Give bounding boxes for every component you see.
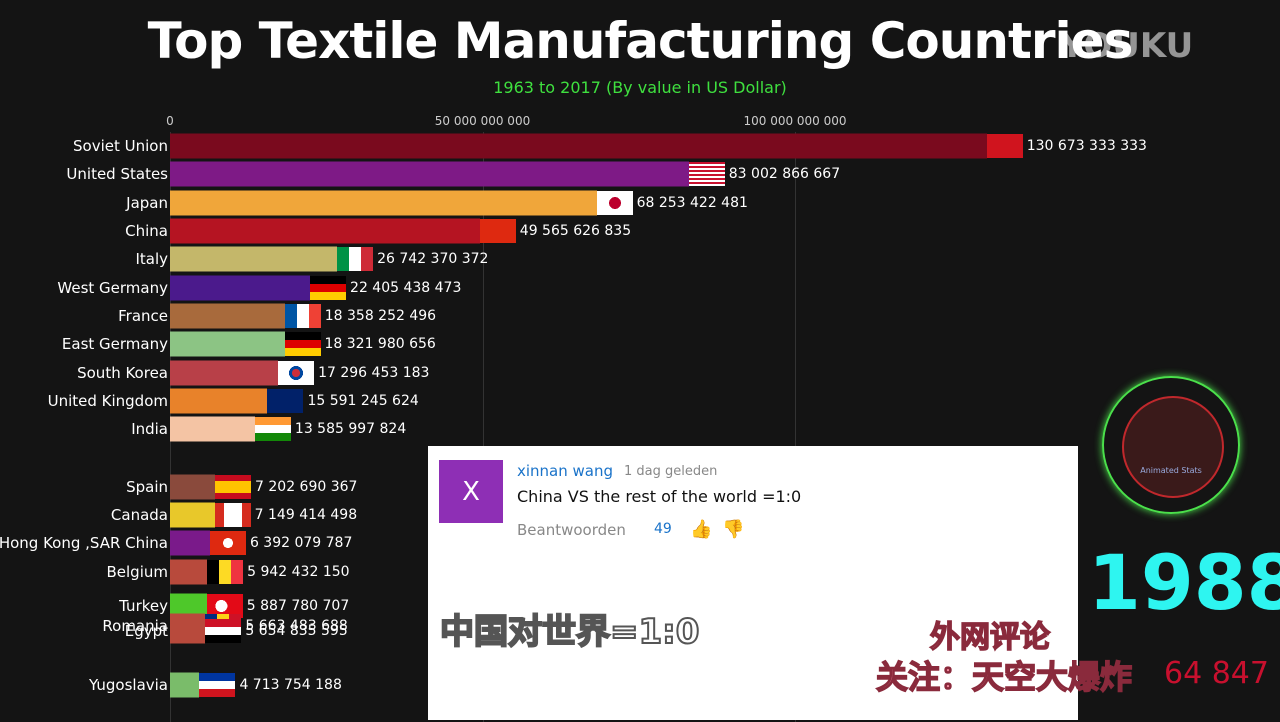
us-flag-icon [688,162,725,186]
country-label: Yugoslavia [88,676,168,694]
value-label: 22 405 438 473 [350,280,462,296]
avatar: X [439,460,503,523]
bar [170,530,210,556]
egypt-flag-icon [205,619,242,643]
france-flag-icon [284,304,321,328]
south-korea-flag-icon [278,361,315,385]
country-label: East Germany [61,335,168,353]
bar [170,388,268,414]
uk-flag-icon [267,389,304,413]
value-label: 18 358 252 496 [324,308,437,324]
bar [170,161,689,187]
caption-main: 中国对世界=1:0 [439,611,700,653]
belgium-flag-icon [207,560,244,584]
country-label: China [125,222,168,240]
country-label: Italy [135,250,168,268]
bar [170,474,216,500]
value-label: 6 392 079 787 [249,535,353,551]
bar [170,133,987,159]
hong-kong-flag-icon [209,531,246,555]
country-label: United Kingdom [47,392,168,410]
x-tick-label: 100 000 000 000 [743,114,847,128]
country-label: West Germany [57,279,168,297]
country-label: South Korea [77,364,168,382]
youku-watermark: YOUKU [1060,26,1194,66]
country-label: Spain [126,478,168,496]
comment-time: 1 dag geleden [624,464,718,479]
bar [170,618,206,644]
total-value-partial: 64 847 [1164,656,1269,691]
country-label: France [118,307,168,325]
caption-tag: 外网评论 [929,619,1051,656]
germany-flag-icon [310,276,347,300]
country-label: Egypt [124,622,168,640]
logo-inner-circle [1122,396,1224,498]
bar [170,246,338,272]
italy-flag-icon [337,247,374,271]
east-germany-flag-icon [284,332,321,356]
bar [170,502,215,528]
india-flag-icon [254,417,291,441]
country-label: India [131,420,168,438]
value-label: 26 742 370 372 [377,251,489,267]
reply-button[interactable]: Beantwoorden [517,521,626,539]
country-label: Turkey [119,597,168,615]
value-label: 7 149 414 498 [254,507,358,523]
like-count: 49 [654,521,672,537]
country-label: Japan [126,193,168,212]
value-label: 18 321 980 656 [324,336,436,352]
caption-follow: 关注：天空大爆炸 [875,657,1133,697]
chart-subtitle: 1963 to 2017 (By value in US Dollar) [493,78,787,97]
x-tick-label: 50 000 000 000 [434,114,531,128]
bar [170,303,285,329]
value-label: 49 565 626 835 [519,223,632,239]
country-label: United States [66,165,168,183]
value-label: 5 942 432 150 [247,564,350,580]
value-label: 5 654 835 595 [245,623,348,639]
country-label: Canada [110,506,168,524]
country-label: Hong Kong ,SAR China [0,534,168,552]
japan-flag-icon [596,190,633,215]
value-label: 17 296 453 183 [318,365,430,381]
value-label: 15 591 245 624 [307,393,419,409]
year-label: 1988 [1088,538,1280,627]
yugoslavia-flag-icon [199,673,236,697]
value-label: 130 673 333 333 [1026,138,1147,154]
bar [170,190,597,215]
soviet-flag-icon [986,134,1023,158]
bar [170,218,480,244]
country-label: Belgium [106,563,169,581]
bar [170,559,208,585]
bar [170,275,311,301]
value-label: 68 253 422 481 [636,194,748,211]
value-label: 7 202 690 367 [255,479,358,495]
value-label: 4 713 754 188 [239,677,342,693]
country-label: Soviet Union [73,137,168,155]
spain-flag-icon [215,475,252,499]
comment-text: China VS the rest of the world =1:0 [517,487,802,506]
animated-stats-logo: Animated Stats [1102,376,1240,514]
thumbs-up-icon[interactable]: 👍 [690,519,712,540]
x-tick-label: 0 [166,114,174,128]
china-flag-icon [479,219,516,243]
canada-flag-icon [214,503,251,527]
value-label: 5 887 780 707 [246,598,350,614]
bar [170,360,279,386]
logo-text: Animated Stats [1140,466,1202,475]
bar [170,672,200,698]
thumbs-down-icon[interactable]: 👎 [722,519,744,540]
bar [170,331,285,357]
value-label: 83 002 866 667 [728,166,841,182]
comment-author[interactable]: xinnan wang [517,462,613,480]
value-label: 13 585 997 824 [294,421,407,437]
bar [170,416,255,442]
